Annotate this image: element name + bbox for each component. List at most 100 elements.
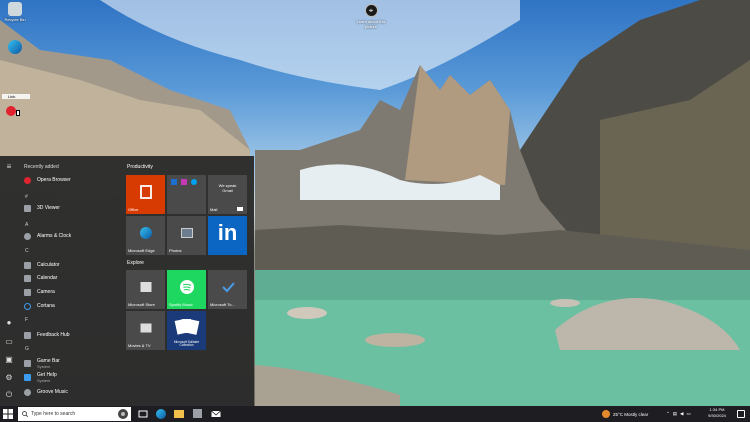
tile-linkedin[interactable]: in bbox=[208, 216, 247, 255]
edge-icon bbox=[8, 40, 22, 54]
xbox-icon bbox=[24, 359, 31, 367]
search-placeholder: Type here to search bbox=[31, 411, 76, 417]
app-list: Recently added Opera Browser # 3D Viewer… bbox=[18, 156, 120, 406]
app-label: Opera Browser bbox=[37, 177, 71, 183]
letter-header[interactable]: G bbox=[25, 346, 29, 352]
tile-microsoft-store[interactable]: Microsoft Store bbox=[126, 270, 165, 309]
office-apps-icons bbox=[171, 179, 197, 185]
app-label: 3D Viewer bbox=[37, 205, 60, 211]
mouse-cursor-icon bbox=[16, 110, 20, 116]
app-label: Alarms & Clock bbox=[37, 233, 72, 239]
app-label-block: Game Bar System bbox=[37, 358, 60, 369]
recently-added-header: Recently added bbox=[24, 164, 59, 170]
store-icon[interactable] bbox=[193, 409, 203, 419]
app-game-bar[interactable]: Game Bar System bbox=[24, 356, 120, 370]
letter-header[interactable]: C bbox=[25, 248, 29, 254]
letter-header[interactable]: F bbox=[25, 317, 28, 323]
app-label: Groove Music bbox=[37, 389, 68, 395]
app-alarms-clock[interactable]: Alarms & Clock bbox=[24, 230, 120, 242]
photos-icon bbox=[180, 228, 193, 239]
group-productivity[interactable]: Productivity bbox=[127, 164, 153, 170]
search-icon bbox=[22, 411, 28, 417]
mail-icon[interactable] bbox=[211, 409, 221, 419]
tile-label: Microsoft Store bbox=[128, 302, 155, 307]
taskbar-edge-icon[interactable] bbox=[156, 409, 166, 419]
weather-icon bbox=[602, 410, 610, 418]
tile-label: Office bbox=[128, 207, 139, 212]
volume-icon[interactable]: ◀ bbox=[680, 411, 683, 417]
tile-label: Movies & TV bbox=[128, 343, 151, 348]
help-icon bbox=[24, 373, 31, 381]
linkedin-icon: in bbox=[217, 220, 238, 246]
chevron-up-icon[interactable]: ⌃ bbox=[666, 411, 670, 417]
tile-spotify-music[interactable]: Spotify Music bbox=[167, 270, 206, 309]
tile-solitaire[interactable]: Microsoft Solitaire Collection bbox=[167, 311, 206, 350]
power-icon[interactable]: ⏻ bbox=[4, 390, 14, 400]
app-calculator[interactable]: Calculator bbox=[24, 259, 120, 271]
app-label: Calendar bbox=[37, 275, 58, 281]
app-feedback-hub[interactable]: Feedback Hub bbox=[24, 329, 120, 341]
settings-icon[interactable]: ⚙ bbox=[4, 373, 14, 383]
music-icon bbox=[24, 388, 31, 396]
tile-label: Photos bbox=[169, 248, 182, 253]
camera-icon bbox=[24, 288, 31, 296]
weather-widget[interactable]: 25°C Mostly clear bbox=[602, 406, 648, 422]
gmail-promo-text: We speak Gmail bbox=[218, 183, 237, 193]
taskbar: Type here to search 25°C Mostly clear ⌃ … bbox=[0, 406, 750, 422]
tile-office-apps[interactable] bbox=[167, 175, 206, 214]
app-opera-browser[interactable]: Opera Browser bbox=[24, 174, 120, 186]
todo-check-icon bbox=[221, 282, 235, 293]
tile-movies-tv[interactable]: Movies & TV bbox=[126, 311, 165, 350]
cortana-mascot-icon bbox=[118, 409, 128, 419]
desktop-icon-link-tooltip: Link bbox=[2, 94, 30, 99]
opera-icon[interactable] bbox=[6, 106, 16, 116]
tile-photos[interactable]: Photos bbox=[167, 216, 206, 255]
notifications-icon[interactable] bbox=[737, 410, 745, 418]
app-camera[interactable]: Camera bbox=[24, 286, 120, 298]
link-tooltip-label: Link bbox=[8, 94, 16, 99]
app-groove-music[interactable]: Groove Music bbox=[24, 386, 120, 398]
desktop-icon-recycle-bin[interactable]: Recycle Bin bbox=[0, 2, 30, 22]
edge-icon bbox=[139, 227, 152, 240]
clock-icon bbox=[24, 232, 31, 240]
windows-start-icon[interactable] bbox=[3, 409, 13, 419]
tile-mail[interactable]: We speak Gmail Mail bbox=[208, 175, 247, 214]
group-explore[interactable]: Explore bbox=[127, 260, 144, 266]
start-rail: ≡ ● ▭ ▣ ⚙ ⏻ bbox=[0, 156, 18, 406]
task-view-icon[interactable] bbox=[138, 409, 148, 419]
tile-label: Microsoft Edge bbox=[128, 248, 155, 253]
clock-date: 9/30/2024 bbox=[708, 413, 726, 418]
app-label: Cortana bbox=[37, 303, 55, 309]
documents-icon[interactable]: ▭ bbox=[4, 337, 14, 347]
tile-label: Mail bbox=[210, 207, 218, 212]
desktop-icon-edge[interactable] bbox=[0, 40, 30, 55]
file-explorer-icon[interactable] bbox=[174, 409, 184, 419]
app-label: Feedback Hub bbox=[37, 332, 70, 338]
taskbar-search-box[interactable]: Type here to search bbox=[18, 407, 131, 421]
app-label-block: Get Help System bbox=[37, 372, 57, 383]
tile-microsoft-todo[interactable]: Microsoft To... bbox=[208, 270, 247, 309]
app-3d-viewer[interactable]: 3D Viewer bbox=[24, 202, 120, 214]
app-label: Game Bar bbox=[37, 357, 60, 364]
keyboard-icon[interactable]: ▭ bbox=[687, 411, 691, 417]
app-get-help[interactable]: Get Help System bbox=[24, 370, 120, 384]
network-icon[interactable]: ▤ bbox=[673, 411, 677, 417]
app-label: Calculator bbox=[37, 262, 60, 268]
cortana-icon bbox=[24, 302, 31, 310]
learn-about-picture[interactable]: ⌖ Learn about this picture bbox=[356, 4, 386, 29]
letter-header[interactable]: A bbox=[25, 222, 28, 228]
user-icon[interactable]: ● bbox=[4, 318, 14, 328]
tile-label: Microsoft To... bbox=[210, 302, 235, 307]
letter-header[interactable]: # bbox=[25, 194, 28, 200]
app-cortana[interactable]: Cortana bbox=[24, 300, 120, 312]
taskbar-clock[interactable]: 1:34 PM 9/30/2024 bbox=[703, 407, 731, 419]
tile-label: Microsoft Solitaire Collection bbox=[173, 339, 200, 348]
calculator-icon bbox=[24, 261, 31, 269]
pictures-icon[interactable]: ▣ bbox=[4, 355, 14, 365]
tile-area: Productivity Office We speak Gmail Mail … bbox=[120, 156, 254, 406]
tile-office[interactable]: Office bbox=[126, 175, 165, 214]
tile-microsoft-edge[interactable]: Microsoft Edge bbox=[126, 216, 165, 255]
hamburger-menu-icon[interactable]: ≡ bbox=[4, 162, 14, 172]
app-sublabel: System bbox=[37, 377, 51, 383]
app-calendar[interactable]: Calendar bbox=[24, 272, 120, 284]
